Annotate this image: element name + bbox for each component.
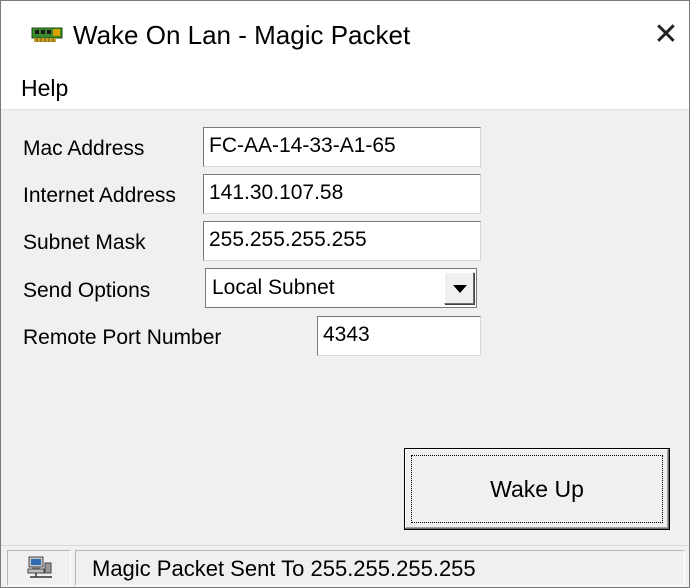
internet-address-input[interactable]: 141.30.107.58	[203, 174, 481, 214]
status-text-cell: Magic Packet Sent To 255.255.255.255	[75, 550, 685, 586]
send-options-value: Local Subnet	[212, 276, 335, 299]
title-bar[interactable]: Wake On Lan - Magic Packet ✕	[1, 1, 689, 67]
internet-address-label: Internet Address	[23, 184, 176, 207]
status-icon-cell	[7, 550, 71, 586]
wake-up-label: Wake Up	[490, 476, 584, 502]
status-bar: Magic Packet Sent To 255.255.255.255	[1, 545, 689, 587]
status-message: Magic Packet Sent To 255.255.255.255	[92, 556, 476, 581]
window-title: Wake On Lan - Magic Packet	[73, 20, 411, 50]
wol-window: Wake On Lan - Magic Packet ✕ Help Mac Ad…	[0, 0, 690, 588]
remote-port-label: Remote Port Number	[23, 326, 222, 349]
wake-up-button[interactable]: Wake Up	[404, 448, 670, 530]
dropdown-button[interactable]	[444, 272, 474, 304]
network-card-icon	[31, 27, 63, 42]
subnet-mask-label: Subnet Mask	[23, 231, 146, 254]
subnet-mask-input[interactable]: 255.255.255.255	[203, 221, 481, 261]
send-options-label: Send Options	[23, 279, 151, 302]
mac-address-input[interactable]: FC-AA-14-33-A1-65	[203, 127, 481, 167]
remote-port-input[interactable]: 4343	[317, 316, 481, 356]
mac-address-label: Mac Address	[23, 137, 145, 160]
chevron-down-icon	[453, 285, 467, 293]
send-options-select[interactable]: Local Subnet	[205, 268, 477, 308]
menu-bar: Help	[1, 67, 689, 110]
network-computer-icon	[27, 556, 52, 578]
close-icon[interactable]: ✕	[647, 15, 685, 55]
menu-help[interactable]: Help	[21, 74, 68, 102]
